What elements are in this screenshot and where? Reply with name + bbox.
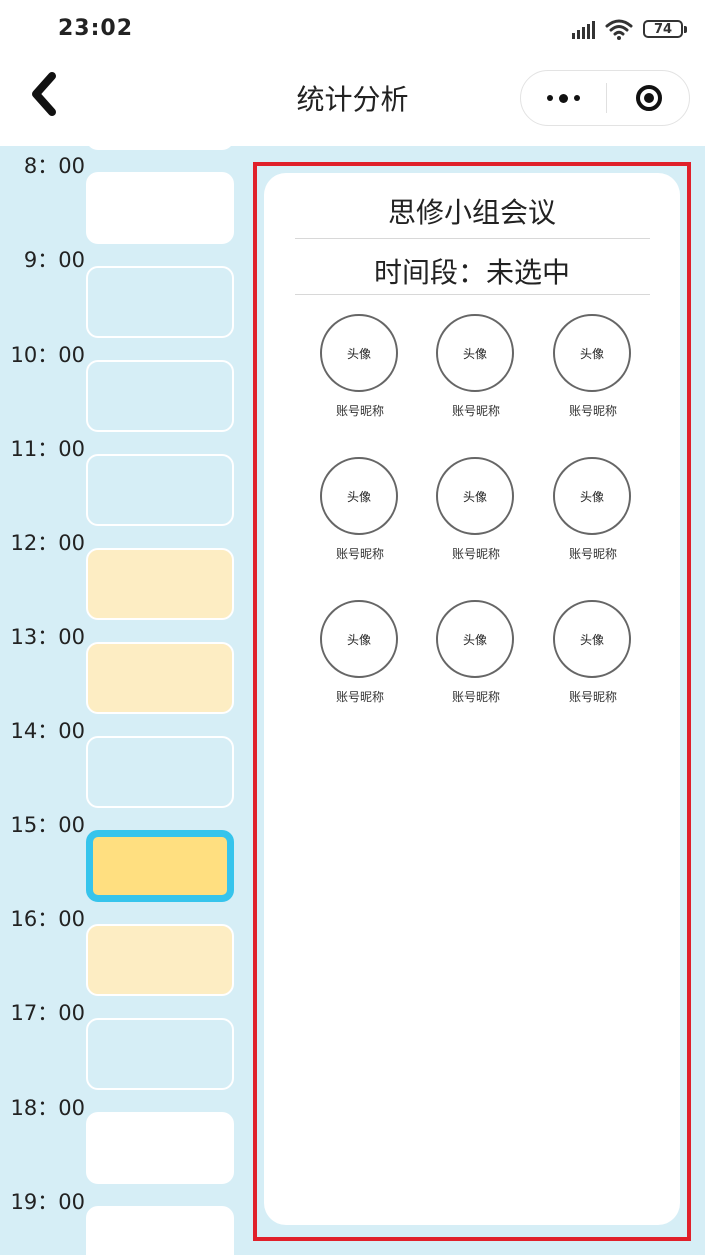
avatar: 头像	[436, 600, 514, 678]
hour-label: 17：00	[10, 1001, 85, 1025]
avatar: 头像	[553, 457, 631, 535]
hour-label: 16：00	[10, 907, 85, 931]
mini-program-capsule	[520, 70, 690, 126]
time-slot[interactable]	[86, 360, 234, 432]
avatar: 头像	[553, 314, 631, 392]
more-dots-icon	[546, 95, 553, 101]
member-nickname: 账号昵称	[451, 404, 500, 418]
avatar: 头像	[436, 457, 514, 535]
time-slot[interactable]	[86, 266, 234, 338]
timeline: 8：00 9：00 10：00 11：00 12：00 13：00 14：00 …	[0, 146, 245, 1255]
avatar: 头像	[320, 314, 398, 392]
status-time: 23:02	[58, 16, 134, 41]
meeting-title: 思修小组会议	[387, 196, 556, 229]
target-icon	[636, 85, 662, 111]
more-dot-center	[558, 93, 568, 103]
avatar: 头像	[553, 600, 631, 678]
hour-label: 15：00	[10, 813, 85, 837]
time-slot[interactable]	[86, 454, 234, 526]
time-slot[interactable]	[86, 642, 234, 714]
more-dot-right	[573, 95, 580, 101]
time-slot[interactable]	[86, 1112, 234, 1184]
close-button[interactable]	[607, 71, 691, 125]
time-slot[interactable]	[86, 924, 234, 996]
member-nickname: 账号昵称	[568, 690, 617, 704]
member-nickname: 账号昵称	[451, 547, 500, 561]
hour-label: 13：00	[10, 625, 85, 649]
member-card[interactable]: 头像 账号昵称	[302, 314, 418, 429]
time-slot[interactable]	[86, 172, 234, 244]
hour-label: 9：00	[23, 248, 85, 272]
divider	[295, 238, 650, 239]
member-card[interactable]: 头像 账号昵称	[535, 457, 651, 572]
member-card[interactable]: 头像 账号昵称	[418, 600, 534, 715]
member-card[interactable]: 头像 账号昵称	[535, 314, 651, 429]
member-nickname: 账号昵称	[568, 547, 617, 561]
divider	[295, 294, 650, 295]
meeting-panel: 思修小组会议 时间段：未选中 头像 账号昵称 头像 账号昵称 头像 账号昵称 头…	[264, 173, 680, 1225]
member-nickname: 账号昵称	[451, 690, 500, 704]
status-icons: 74	[572, 18, 687, 40]
hour-label: 19：00	[10, 1190, 85, 1214]
member-card[interactable]: 头像 账号昵称	[302, 457, 418, 572]
hour-label: 18：00	[10, 1096, 85, 1120]
nav-bar: 统计分析	[0, 60, 705, 146]
avatar: 头像	[320, 600, 398, 678]
wifi-icon	[605, 19, 633, 40]
battery-icon: 74	[643, 20, 687, 38]
hour-label: 14：00	[10, 719, 85, 743]
hour-label: 11：00	[10, 437, 85, 461]
hour-label: 12：00	[10, 531, 85, 555]
time-period-label: 时间段：未选中	[373, 256, 570, 289]
member-card[interactable]: 头像 账号昵称	[535, 600, 651, 715]
member-nickname: 账号昵称	[568, 404, 617, 418]
status-bar: 23:02 74	[0, 0, 705, 60]
avatar: 头像	[436, 314, 514, 392]
time-slot-selected[interactable]	[86, 830, 234, 902]
member-nickname: 账号昵称	[335, 547, 384, 561]
more-button[interactable]	[521, 71, 605, 125]
time-slot[interactable]	[86, 146, 234, 150]
member-nickname: 账号昵称	[335, 690, 384, 704]
time-slot[interactable]	[86, 548, 234, 620]
signal-icon	[572, 19, 595, 39]
avatar: 头像	[320, 457, 398, 535]
hour-label: 8：00	[23, 154, 85, 178]
member-card[interactable]: 头像 账号昵称	[302, 600, 418, 715]
time-slot[interactable]	[86, 1018, 234, 1090]
member-card[interactable]: 头像 账号昵称	[418, 314, 534, 429]
time-slot[interactable]	[86, 1206, 234, 1255]
time-slot[interactable]	[86, 736, 234, 808]
battery-level: 74	[653, 21, 673, 37]
hour-label: 10：00	[10, 343, 85, 367]
member-card[interactable]: 头像 账号昵称	[418, 457, 534, 572]
member-nickname: 账号昵称	[335, 404, 384, 418]
content-area: 8：00 9：00 10：00 11：00 12：00 13：00 14：00 …	[0, 146, 705, 1255]
